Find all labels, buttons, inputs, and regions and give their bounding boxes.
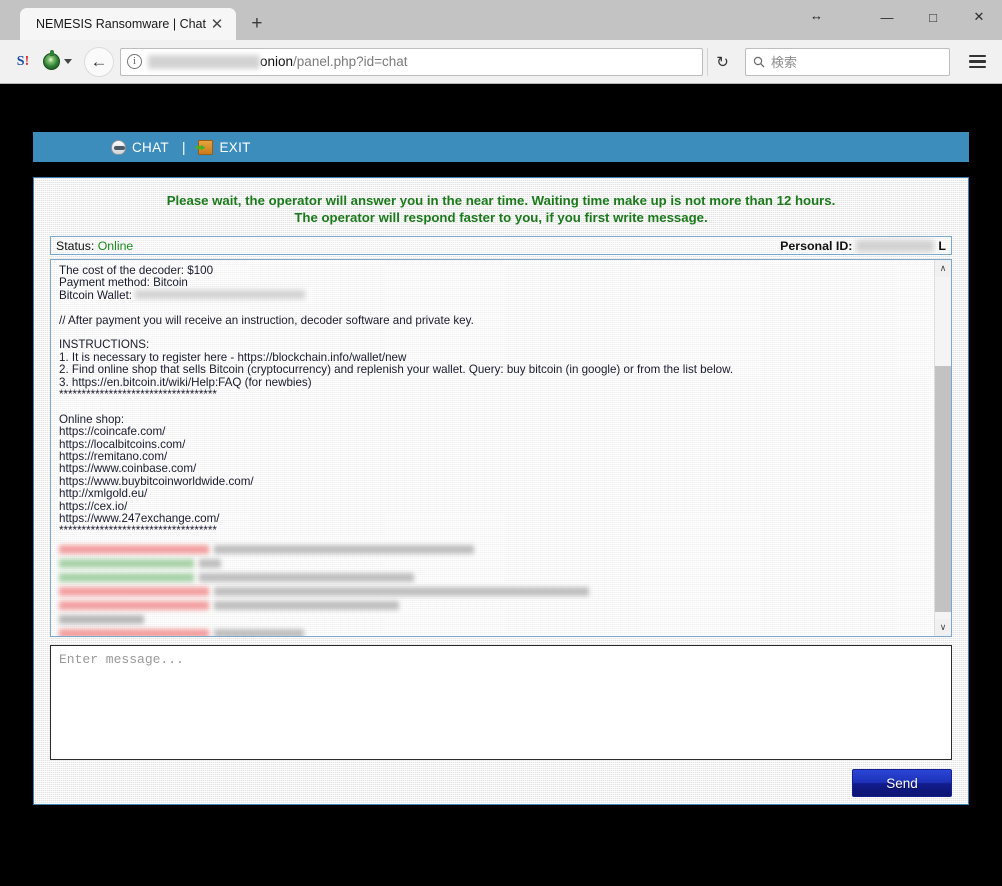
search-placeholder: 検索 [771, 52, 797, 71]
url-host: onion [260, 54, 293, 69]
redacted-message-row [59, 572, 926, 584]
hamburger-menu-icon[interactable] [960, 47, 994, 77]
url-path: /panel.php?id=chat [293, 54, 407, 69]
message-line [59, 401, 926, 413]
wait-notice: Please wait, the operator will answer yo… [50, 192, 952, 226]
message-line: https://www.coinbase.com/ [59, 463, 926, 475]
message-line: *********************************** [59, 389, 926, 401]
redacted-message-body [214, 587, 589, 596]
send-button[interactable]: Send [852, 769, 952, 797]
nav-separator: | [182, 140, 186, 155]
bitcoin-wallet-redacted [135, 290, 305, 299]
redacted-message-row [59, 614, 926, 626]
minimize-button[interactable]: — [864, 0, 910, 34]
message-line: // After payment you will receive an ins… [59, 315, 926, 327]
noscript-accent: ! [25, 54, 30, 70]
robot-icon [111, 140, 126, 155]
status-group: Status: Online [56, 239, 133, 253]
redacted-message-prefix [59, 559, 194, 568]
message-line: The cost of the decoder: $100 [59, 265, 926, 277]
message-line: Payment method: Bitcoin [59, 277, 926, 289]
exit-door-icon [198, 140, 213, 155]
scrollbar-thumb[interactable] [935, 366, 952, 612]
redacted-message-prefix [59, 601, 209, 610]
message-log-container: The cost of the decoder: $100Payment met… [50, 259, 952, 637]
redacted-message-body [199, 573, 414, 582]
status-bar: Status: Online Personal ID: L [50, 236, 952, 255]
search-input[interactable]: 検索 [745, 48, 950, 76]
personal-id-group: Personal ID: L [780, 239, 946, 253]
message-line: Bitcoin Wallet: [59, 290, 926, 302]
redacted-message-prefix [59, 615, 144, 624]
resize-icon[interactable]: ↔ [810, 8, 823, 23]
redacted-message-row [59, 544, 926, 556]
send-row: Send [50, 769, 952, 797]
redacted-message-body [214, 545, 474, 554]
message-line: http://xmlgold.eu/ [59, 488, 926, 500]
status-label: Status: [56, 239, 94, 253]
scrollbar-track[interactable] [935, 277, 952, 619]
onion-icon[interactable] [40, 47, 74, 77]
message-input[interactable]: Enter message... [50, 645, 952, 760]
message-line: 2. Find online shop that sells Bitcoin (… [59, 364, 926, 376]
personal-id-tail: L [938, 239, 946, 253]
redacted-message-body [214, 629, 304, 636]
nav-exit-label: EXIT [219, 140, 250, 155]
browser-tab[interactable]: NEMESIS Ransomware | Chat ✕ [20, 8, 236, 40]
redacted-message-body [199, 559, 221, 568]
url-redacted-host [148, 55, 260, 69]
browser-titlebar: NEMESIS Ransomware | Chat ✕ + ↔ — □ ✕ [0, 0, 1002, 40]
message-line: *********************************** [59, 525, 926, 537]
message-line [59, 327, 926, 339]
noscript-icon[interactable]: S! [8, 47, 38, 77]
personal-id-value [856, 240, 934, 252]
redacted-message-prefix [59, 573, 194, 582]
info-icon[interactable]: i [127, 54, 142, 69]
message-line: https://www.buybitcoinworldwide.com/ [59, 476, 926, 488]
redacted-message-prefix [59, 587, 209, 596]
site-navbar: CHAT | EXIT [33, 132, 969, 162]
redacted-message-prefix [59, 545, 209, 554]
chevron-down-icon[interactable] [64, 59, 72, 64]
message-log: The cost of the decoder: $100Payment met… [51, 260, 934, 636]
status-badge: Online [98, 239, 134, 253]
redacted-message-row [59, 586, 926, 598]
reload-button[interactable]: ↻ [707, 48, 737, 76]
close-icon[interactable]: ✕ [206, 13, 228, 35]
browser-window: NEMESIS Ransomware | Chat ✕ + ↔ — □ ✕ S!… [0, 0, 1002, 886]
message-line: INSTRUCTIONS: [59, 339, 926, 351]
page-viewport: CHAT | EXIT Please wait, the operator wi… [0, 85, 1002, 886]
message-line: https://coincafe.com/ [59, 426, 926, 438]
redacted-message-row [59, 558, 926, 570]
chat-panel: Please wait, the operator will answer yo… [33, 177, 969, 805]
url-bar[interactable]: i onion/panel.php?id=chat [120, 48, 703, 76]
message-line: https://localbitcoins.com/ [59, 439, 926, 451]
close-window-button[interactable]: ✕ [956, 0, 1002, 34]
maximize-button[interactable]: □ [910, 0, 956, 34]
nav-chat-label: CHAT [132, 140, 169, 155]
scroll-up-icon[interactable]: ∧ [935, 260, 952, 277]
notice-line-1: Please wait, the operator will answer yo… [50, 192, 952, 209]
message-log-scrollbar[interactable]: ∧ ∨ [934, 260, 951, 636]
personal-id-label: Personal ID: [780, 239, 852, 253]
search-icon [753, 56, 765, 68]
message-line [59, 302, 926, 314]
notice-line-2: The operator will respond faster to you,… [50, 209, 952, 226]
message-input-placeholder: Enter message... [59, 652, 184, 667]
nav-item-chat[interactable]: CHAT [111, 140, 169, 155]
redacted-message-prefix [59, 629, 209, 636]
noscript-letter: S [17, 54, 25, 70]
window-controls: — □ ✕ [864, 0, 1002, 34]
message-line: Online shop: [59, 414, 926, 426]
tab-title: NEMESIS Ransomware | Chat [36, 17, 206, 31]
nav-item-exit[interactable]: EXIT [198, 140, 250, 155]
new-tab-button[interactable]: + [242, 9, 272, 39]
redacted-message-body [214, 601, 399, 610]
redacted-message-row [59, 600, 926, 612]
browser-toolbar: S! ← i onion/panel.php?id=chat ↻ 検索 [0, 40, 1002, 84]
scroll-down-icon[interactable]: ∨ [935, 619, 952, 636]
back-button[interactable]: ← [84, 47, 114, 77]
redacted-message-row [59, 628, 926, 636]
